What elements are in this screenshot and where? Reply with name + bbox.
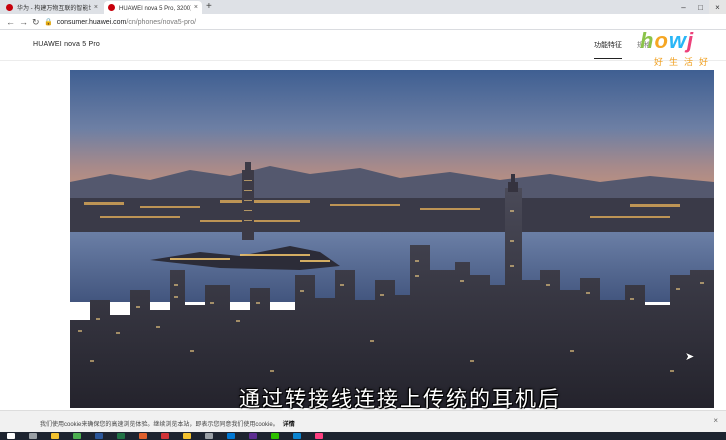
- cookie-notice: 我们使用cookie来确保您的高速浏览体验。继续浏览本站，即表示您同意我们使用c…: [0, 410, 726, 432]
- word-icon[interactable]: [95, 433, 103, 439]
- video-icon[interactable]: [315, 433, 323, 439]
- watermark-text: 好生活好: [654, 58, 715, 68]
- wechat-icon[interactable]: [271, 433, 279, 439]
- maximize-button[interactable]: □: [692, 0, 709, 14]
- explorer-icon[interactable]: [51, 433, 59, 439]
- browser-tabstrip: 华为 - 构建万物互联的智能世界 × HUAWEI nova 5 Pro, 32…: [0, 0, 726, 14]
- product-name[interactable]: HUAWEI nova 5 Pro: [33, 41, 100, 48]
- window-controls: – □ ×: [675, 0, 726, 14]
- video-subtitle: 通过转接线连接上传统的耳机后: [239, 387, 561, 411]
- os-taskbar: [0, 432, 726, 440]
- browser-tab-nova5pro[interactable]: HUAWEI nova 5 Pro, 3200万立 ×: [104, 1, 202, 14]
- chrome-icon[interactable]: [73, 433, 81, 439]
- back-button[interactable]: ←: [6, 16, 15, 28]
- taskbar-icons: [0, 432, 330, 440]
- media-icon[interactable]: [161, 433, 169, 439]
- tab-title: HUAWEI nova 5 Pro, 3200万立: [119, 6, 191, 12]
- edge-icon[interactable]: [293, 433, 301, 439]
- excel-icon[interactable]: [117, 433, 125, 439]
- mouse-cursor-icon: ➤: [685, 351, 695, 363]
- watermark-logo: howj 好生活好: [640, 28, 726, 70]
- store-icon[interactable]: [249, 433, 257, 439]
- address-bar: ← → ↻ 🔒 consumer.huawei.com /cn/phones/n…: [0, 14, 726, 30]
- tab-close-icon[interactable]: ×: [94, 4, 98, 11]
- hero-city-image: [70, 70, 714, 408]
- tab-features[interactable]: 功能特征: [594, 40, 622, 59]
- browser-tab-huawei[interactable]: 华为 - 构建万物互联的智能世界 ×: [2, 1, 102, 14]
- tab-close-icon[interactable]: ×: [194, 4, 198, 11]
- city-skyline-illustration: [70, 70, 714, 408]
- photos-icon[interactable]: [139, 433, 147, 439]
- cookie-details-link[interactable]: 详情: [283, 422, 295, 428]
- tab-title: 华为 - 构建万物互联的智能世界: [17, 6, 91, 12]
- reload-button[interactable]: ↻: [32, 16, 40, 28]
- url-input[interactable]: 🔒 consumer.huawei.com /cn/phones/nova5-p…: [44, 16, 644, 28]
- huawei-favicon-icon: [6, 4, 13, 11]
- close-window-button[interactable]: ×: [709, 0, 726, 14]
- settings-icon[interactable]: [205, 433, 213, 439]
- forward-button[interactable]: →: [19, 16, 28, 28]
- mail-icon[interactable]: [227, 433, 235, 439]
- folder-icon[interactable]: [183, 433, 191, 439]
- watermark-letters: howj: [640, 28, 695, 53]
- cookie-text: 我们使用cookie来确保您的高速浏览体验。继续浏览本站，即表示您同意我们使用c…: [40, 422, 295, 428]
- url-path: /cn/phones/nova5-pro/: [126, 18, 197, 26]
- huawei-favicon-icon: [108, 4, 115, 11]
- start-icon[interactable]: [7, 433, 15, 439]
- lock-icon: 🔒: [44, 19, 53, 26]
- url-host: consumer.huawei.com: [56, 18, 127, 26]
- cookie-close-button[interactable]: ×: [713, 416, 718, 425]
- search-icon[interactable]: [29, 433, 37, 439]
- site-header: HUAWEI nova 5 Pro 功能特征 规格: [0, 31, 726, 61]
- minimize-button[interactable]: –: [675, 0, 692, 14]
- new-tab-button[interactable]: +: [206, 1, 212, 13]
